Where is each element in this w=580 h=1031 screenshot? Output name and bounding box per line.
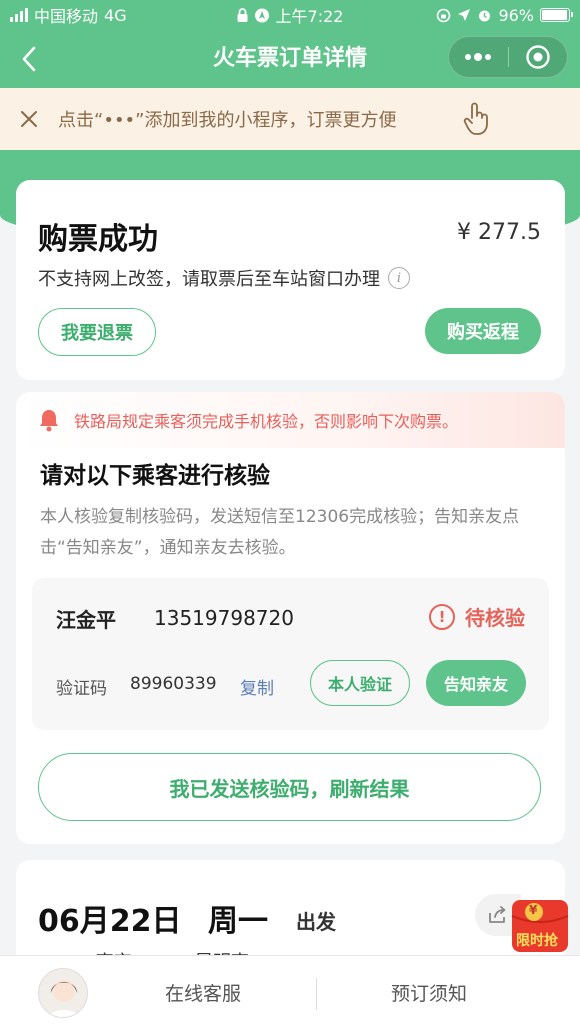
notify-friend-button[interactable]: 告知亲友 xyxy=(426,660,526,706)
passenger-name: 汪金平 xyxy=(56,608,116,632)
bottom-tab-bar: 在线客服 预订须知 xyxy=(0,955,580,1031)
pointing-hand-icon xyxy=(462,102,490,141)
passenger-row: 汪金平 13519798720 ! 待核验 验证码 89960339 复制 本人… xyxy=(32,578,549,730)
tip-text: 点击“•••”添加到我的小程序，订票更方便 xyxy=(58,110,397,131)
code-label: 验证码 xyxy=(56,679,107,699)
battery-percent: 96% xyxy=(498,5,534,25)
network-label: 4G xyxy=(104,5,127,25)
verification-status-text: 待核验 xyxy=(465,606,525,630)
refund-button[interactable]: 我要退票 xyxy=(38,308,156,356)
booking-notice-tab[interactable]: 预订须知 xyxy=(318,956,540,1031)
depart-label: 出发 xyxy=(296,910,336,934)
battery-icon xyxy=(540,8,573,22)
passenger-phone: 13519798720 xyxy=(154,606,294,630)
self-verify-button[interactable]: 本人验证 xyxy=(310,660,410,706)
add-to-favorites-tip: 点击“•••”添加到我的小程序，订票更方便 xyxy=(0,88,580,150)
verification-code: 89960339 xyxy=(130,674,217,694)
close-program-button[interactable] xyxy=(509,37,568,77)
location-arrow-icon xyxy=(458,9,471,21)
tip-close-button[interactable] xyxy=(0,110,58,128)
promo-badge-text: 限时抢 xyxy=(516,933,558,949)
more-button[interactable] xyxy=(449,37,508,77)
change-notice-text: 不支持网上改签，请取票后至车站窗口办理 xyxy=(38,269,380,290)
location-circle-icon xyxy=(255,8,270,22)
alert-circle-icon: ! xyxy=(429,603,455,630)
lock-icon xyxy=(237,7,248,22)
flash-sale-promo[interactable]: ¥ 限时抢 xyxy=(500,892,578,960)
bell-icon xyxy=(40,410,58,432)
trip-date: 06月22日 xyxy=(38,904,182,939)
alarm-icon xyxy=(479,10,491,21)
trip-weekday: 周一 xyxy=(208,904,268,939)
change-notice: 不支持网上改签，请取票后至车站窗口办理 i xyxy=(38,265,410,291)
carrier-label: 中国移动 xyxy=(34,7,99,26)
verification-description: 本人核验复制核验码，发送短信至12306完成核验；告知亲友点击“告知亲友”，通知… xyxy=(40,507,520,558)
buy-return-button[interactable]: 购买返程 xyxy=(425,308,541,354)
verification-title: 请对以下乘客进行核验 xyxy=(40,463,270,489)
info-icon[interactable]: i xyxy=(388,267,410,289)
promo-coin: ¥ xyxy=(529,903,538,917)
copy-code-link[interactable]: 复制 xyxy=(240,674,274,699)
refresh-result-button[interactable]: 我已发送核验码，刷新结果 xyxy=(38,753,541,821)
clock-time: 上午7:22 xyxy=(275,7,344,26)
online-service-tab[interactable]: 在线客服 xyxy=(110,956,296,1031)
close-icon xyxy=(21,111,37,127)
verification-status: ! 待核验 xyxy=(429,602,525,631)
nav-bar: 火车票订单详情 xyxy=(0,30,580,88)
mini-program-capsule xyxy=(448,36,568,78)
status-bar: 中国移动 4G 上午7:22 96% xyxy=(0,0,580,30)
target-circle-icon xyxy=(526,45,550,69)
verification-warning-text: 铁路局规定乘客须完成手机核验，否则影响下次购票。 xyxy=(74,412,459,431)
verification-card: 铁路局规定乘客须完成手机核验，否则影响下次购票。 请对以下乘客进行核验 本人核验… xyxy=(16,392,565,844)
signal-icon xyxy=(10,8,28,22)
order-status-title: 购票成功 xyxy=(38,222,158,257)
verification-warning: 铁路局规定乘客须完成手机核验，否则影响下次购票。 xyxy=(16,392,565,448)
order-status-card: 购票成功 ¥ 277.5 不支持网上改签，请取票后至车站窗口办理 i 我要退票 … xyxy=(16,180,565,380)
order-price: ¥ 277.5 xyxy=(457,220,541,245)
service-avatar[interactable] xyxy=(38,968,88,1018)
orientation-lock-icon xyxy=(437,8,451,22)
more-dots-icon xyxy=(465,53,492,61)
